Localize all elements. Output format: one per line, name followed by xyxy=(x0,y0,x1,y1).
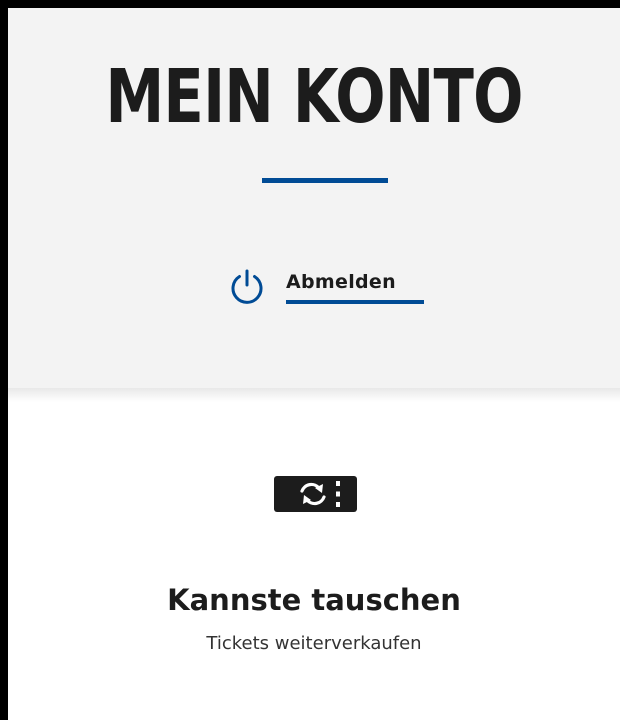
account-header: MEIN KONTO Abmelden xyxy=(8,8,620,388)
header-shadow xyxy=(8,388,620,402)
feature-subtitle: Tickets weiterverkaufen xyxy=(206,633,422,654)
feature-section: Kannste tauschen Tickets weiterverkaufen xyxy=(8,402,620,720)
account-page: MEIN KONTO Abmelden Kannste tauschen Tic… xyxy=(8,8,620,720)
feature-title: Kannste tauschen xyxy=(167,583,461,617)
title-divider xyxy=(262,178,388,183)
page-title: MEIN KONTO xyxy=(105,54,523,140)
logout-link[interactable]: Abmelden xyxy=(228,268,424,312)
ticket-exchange-icon xyxy=(274,476,357,512)
logout-underline xyxy=(286,300,424,304)
logout-label: Abmelden xyxy=(286,271,396,293)
power-icon xyxy=(231,269,263,304)
logout-text-wrap: Abmelden xyxy=(286,268,424,304)
